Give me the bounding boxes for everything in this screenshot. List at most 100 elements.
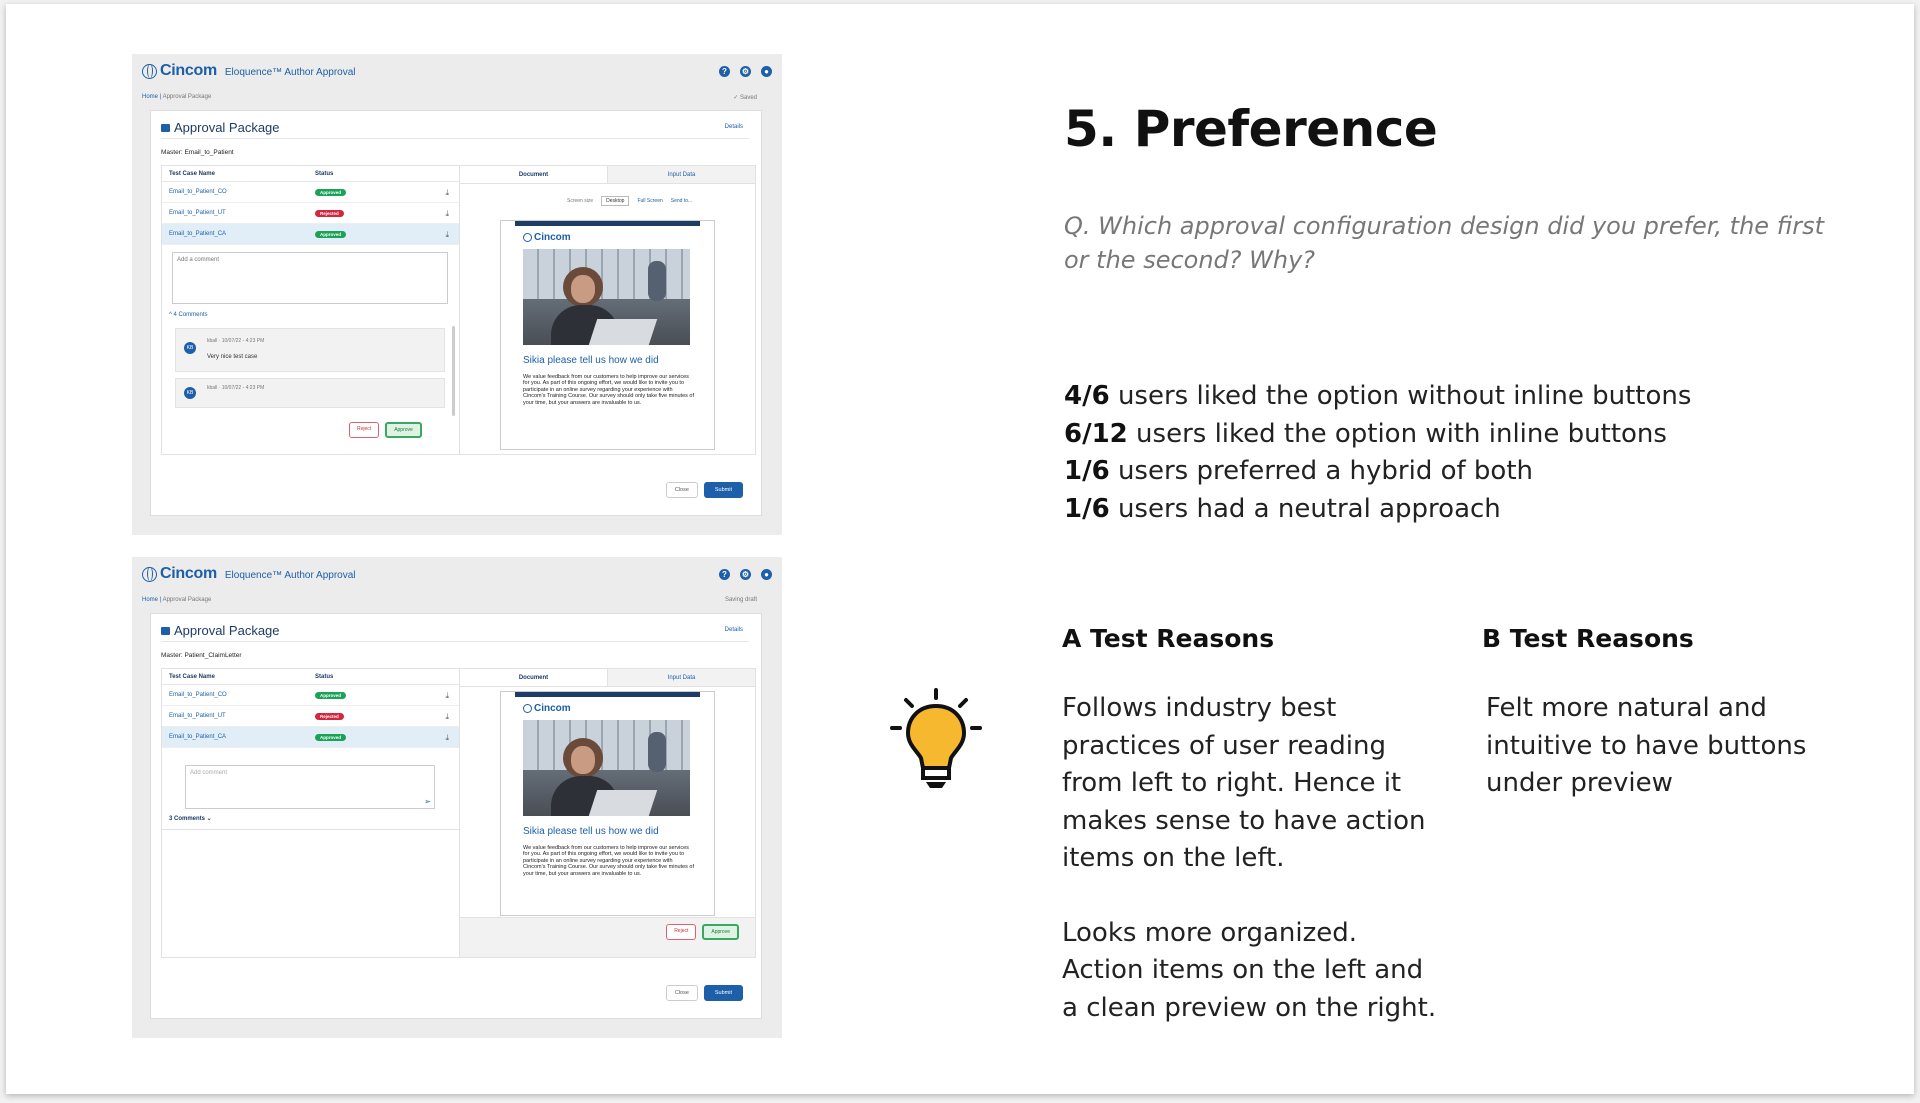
user-icon[interactable]: ● [761,65,772,77]
download-icon[interactable]: ⤓ [445,230,449,240]
table-row[interactable]: Email_to_Patient_CA Approved ⤓ [162,727,459,748]
close-button[interactable]: Close [665,482,698,498]
table-row[interactable]: Email_to_Patient_CO Approved ⤓ [162,182,459,203]
breadcrumb-current: Approval Package [162,94,212,100]
breadcrumb-home[interactable]: Home [142,597,158,603]
tab-document[interactable]: Document [460,669,607,686]
stat-line: 1/6 users preferred a hybrid of both [1064,456,1534,486]
a-reason-2: Looks more organized. Action items on th… [1062,917,1437,1023]
b-test-heading: B Test Reasons [1482,624,1694,653]
tab-document[interactable]: Document [460,166,607,183]
comment-input[interactable]: Add comment ➢ [185,765,435,809]
survey-question: Q. Which approval configuration design d… [1064,212,1824,274]
reject-button[interactable]: Reject [666,924,697,940]
cincom-logo: Cincom [142,565,217,583]
help-icon[interactable]: ? [719,568,730,580]
submit-button[interactable]: Submit [703,985,743,1001]
briefcase-icon [161,626,170,635]
gear-icon[interactable]: ⚙ [740,568,751,580]
comments-toggle[interactable]: 3 Comments ⌄ [169,815,212,822]
b-test-reasons: Felt more natural and intuitive to have … [1486,690,1826,803]
screen-size-select[interactable]: Desktop [601,196,630,206]
slide-title: 5. Preference [1064,100,1438,158]
reject-button[interactable]: Reject [349,422,380,438]
download-icon[interactable]: ⤓ [445,209,449,219]
save-status: ✓ Saved [733,95,757,101]
status-badge: Approved [315,188,347,196]
gear-icon[interactable]: ⚙ [740,65,751,77]
screenshot-option-a: Cincom Eloquence™ Author Approval ? ⚙ ● … [132,54,782,535]
email-headline: Sikia please tell us how we did [523,355,659,366]
screenshot-option-b: Cincom Eloquence™ Author Approval ? ⚙ ● … [132,557,782,1038]
status-badge: Approved [315,691,347,699]
a-reason-1: Follows industry best practices of user … [1062,693,1426,873]
scrollbar[interactable] [452,326,455,416]
avatar: KB [184,387,196,399]
email-hero-image [523,249,690,345]
breadcrumb-home[interactable]: Home [142,94,158,100]
email-preview: Cincom Sikia please tell us how we did W… [500,220,715,450]
stat-line: 4/6 users liked the option without inlin… [1064,381,1692,411]
cincom-logo: Cincom [142,62,217,80]
user-icon[interactable]: ● [761,568,772,580]
download-icon[interactable]: ⤓ [445,733,449,743]
approve-button[interactable]: Approve [702,924,739,940]
help-icon[interactable]: ? [719,65,730,77]
breadcrumb-current: Approval Package [162,597,212,603]
approval-card: Approval Package Details Master: Patient… [150,613,762,1019]
approval-card: Approval Package Details Master: Email_t… [150,110,762,516]
comments-toggle[interactable]: ^ 4 Comments [169,312,208,318]
tab-input-data[interactable]: Input Data [607,166,755,183]
preview-toolbar: Screen size Desktop Full Screen Send to.… [567,196,693,206]
email-logo: Cincom [523,232,714,243]
avatar: KB [184,342,196,354]
save-status: Saving draft [724,597,757,603]
preview-pane: Document Input Data Cincom Sikia please … [459,668,756,958]
email-logo: Cincom [523,703,714,714]
table-row[interactable]: Email_to_Patient_UT Rejected ⤓ [162,203,459,224]
stats-list: 4/6 users liked the option without inlin… [1064,378,1691,528]
lightbulb-icon [890,688,982,788]
page-title: Approval Package [161,120,280,135]
app-header: Cincom Eloquence™ Author Approval ? ⚙ ● [132,54,782,88]
download-icon[interactable]: ⤓ [445,712,449,722]
b-reason-1: Felt more natural and intuitive to have … [1486,693,1807,798]
email-preview: Cincom Sikia please tell us how we did W… [500,691,715,916]
table-row[interactable]: Email_to_Patient_CO Approved ⤓ [162,685,459,706]
table-header: Test Case Name Status [162,166,459,182]
email-hero-image [523,720,690,816]
comment-item: KB kball · 10/07/22 - 4:23 PM [175,378,445,408]
breadcrumb: Home | Approval Package [142,94,212,100]
preview-pane: Document Input Data Screen size Desktop … [459,165,756,455]
send-to-button[interactable]: Send to... [671,198,692,204]
close-button[interactable]: Close [665,985,698,1001]
page-title: Approval Package [161,623,280,638]
details-link[interactable]: Details [725,124,743,130]
full-screen-button[interactable]: Full Screen [637,198,662,204]
comment-input[interactable]: Add a comment [172,252,448,304]
download-icon[interactable]: ⤓ [445,691,449,701]
test-case-pane: Test Case Name Status Email_to_Patient_CO… [161,165,459,455]
send-icon[interactable]: ➢ [424,797,431,806]
stat-line: 1/6 users had a neutral approach [1064,493,1501,524]
status-badge: Approved [315,733,347,741]
table-row[interactable]: Email_to_Patient_CA Approved ⤓ [162,224,459,245]
email-headline: Sikia please tell us how we did [523,826,659,837]
product-name: Eloquence™ Author Approval [224,570,356,581]
table-row[interactable]: Email_to_Patient_UT Rejected ⤓ [162,706,459,727]
status-badge: Rejected [315,712,344,720]
slide: Cincom Eloquence™ Author Approval ? ⚙ ● … [6,4,1914,1094]
email-body: We value feedback from our customers to … [523,374,695,406]
email-body: We value feedback from our customers to … [523,845,695,877]
status-badge: Rejected [315,209,344,217]
briefcase-icon [161,123,170,132]
details-link[interactable]: Details [725,627,743,633]
approve-button[interactable]: Approve [385,422,422,438]
product-name: Eloquence™ Author Approval [224,67,356,78]
submit-button[interactable]: Submit [703,482,743,498]
download-icon[interactable]: ⤓ [445,188,449,198]
a-test-reasons: Follows industry best practices of user … [1062,690,1442,1027]
preview-footer: Reject Approve [460,917,755,957]
master-label: Master: Email_to_Patient [161,149,234,156]
tab-input-data[interactable]: Input Data [607,669,755,686]
